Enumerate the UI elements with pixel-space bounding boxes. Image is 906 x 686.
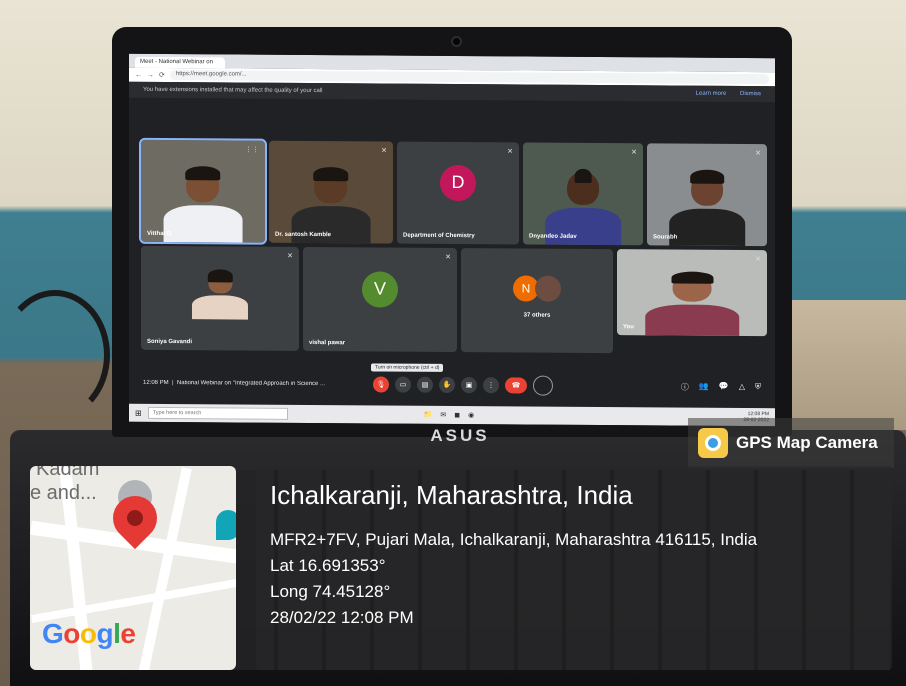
others-count: 37 others bbox=[523, 312, 551, 320]
participant-name: Soniya Gavandi bbox=[147, 338, 193, 346]
gps-app-name: GPS Map Camera bbox=[736, 433, 878, 452]
address: MFR2+7FV, Pujari Mala, Ichalkaranji, Mah… bbox=[270, 530, 758, 549]
leave-call-button[interactable]: ☎ bbox=[505, 377, 527, 394]
timestamp: 28/02/22 12:08 PM bbox=[270, 608, 414, 627]
microphone-button[interactable]: 🎙 bbox=[373, 376, 389, 393]
reload-icon[interactable]: ⟳ bbox=[159, 71, 165, 79]
dismiss-link[interactable]: Dismiss bbox=[740, 91, 761, 97]
meeting-info: 12:08 PM | National Webinar on "Integrat… bbox=[143, 379, 326, 388]
taskbar-search[interactable]: Type here to search bbox=[147, 406, 288, 420]
present-button[interactable]: ▣ bbox=[461, 377, 477, 394]
participant-name: Sourabh bbox=[653, 234, 678, 241]
mic-off-icon: ✕ bbox=[381, 147, 387, 155]
extension-notice: You have extensions installed that may a… bbox=[129, 81, 775, 103]
mic-off-icon: ✕ bbox=[287, 252, 293, 260]
mic-tooltip: Turn on microphone (ctrl + d) bbox=[371, 363, 444, 372]
power-cable bbox=[0, 290, 110, 420]
participant-video bbox=[665, 166, 749, 247]
meeting-time: 12:08 PM bbox=[143, 379, 169, 387]
self-view-tile[interactable]: ✕ You bbox=[617, 249, 767, 337]
call-controls: 🎙 ▭ ▤ ✋ ▣ ⋮ ☎ bbox=[373, 374, 553, 396]
place-name: Ichalkaranji, Maharashtra, India bbox=[270, 480, 633, 510]
participant-video bbox=[160, 162, 247, 243]
chat-icon[interactable]: 💬 bbox=[719, 381, 729, 392]
participant-name: Vitthal D bbox=[147, 230, 172, 238]
participant-tile[interactable]: V ✕ vishal pawar bbox=[303, 246, 457, 353]
meet-control-bar: 12:08 PM | National Webinar on "Integrat… bbox=[129, 372, 775, 399]
participant-tile[interactable]: D ✕ Department of Chemistry bbox=[397, 141, 519, 245]
laptop-brand-logo: ASUS bbox=[430, 426, 490, 445]
gps-camera-logo-icon bbox=[698, 428, 728, 458]
poi-marker-icon bbox=[216, 510, 236, 540]
mic-off-icon: ✕ bbox=[631, 149, 637, 157]
participant-grid: ⋮⋮ Vitthal D ✕ Dr. santosh Kamble D ✕ De… bbox=[139, 137, 767, 354]
audio-active-icon: ⋮⋮ bbox=[245, 146, 259, 154]
mic-off-icon: ✕ bbox=[507, 148, 513, 156]
map-label: e and... bbox=[30, 482, 97, 504]
reaction-button[interactable] bbox=[533, 375, 553, 396]
file-explorer-icon[interactable]: 📁 bbox=[424, 411, 433, 419]
learn-more-link[interactable]: Learn more bbox=[696, 91, 727, 97]
others-tile[interactable]: N 37 others bbox=[461, 248, 613, 354]
location-map: Kadam e and... Google bbox=[30, 466, 236, 670]
participant-avatar bbox=[535, 275, 561, 302]
participant-video bbox=[188, 267, 251, 320]
raise-hand-button[interactable]: ✋ bbox=[439, 376, 455, 394]
participant-tile[interactable]: ✕ Sourabh bbox=[647, 143, 767, 247]
captions-button[interactable]: ▤ bbox=[417, 376, 433, 393]
mic-off-icon: ✕ bbox=[755, 256, 761, 264]
mail-icon[interactable]: ✉ bbox=[440, 411, 446, 419]
participant-name: Dr. santosh Kamble bbox=[275, 231, 332, 239]
chrome-icon[interactable]: ◉ bbox=[468, 411, 474, 419]
others-avatars: N bbox=[513, 274, 561, 302]
office-icon[interactable]: ◼ bbox=[454, 411, 460, 419]
camera-button[interactable]: ▭ bbox=[395, 376, 411, 393]
participant-tile[interactable]: ✕ Soniya Gavandi bbox=[141, 245, 299, 351]
participant-avatar: D bbox=[440, 164, 476, 201]
mic-off-icon: ✕ bbox=[755, 150, 761, 158]
google-logo: Google bbox=[42, 618, 136, 649]
participant-tile[interactable]: ✕ Dnyandeo Jadav bbox=[523, 142, 643, 246]
participant-avatar: V bbox=[362, 270, 398, 308]
participant-name: Department of Chemistry bbox=[403, 232, 475, 240]
location-info-panel: Ichalkaranji, Maharashtra, India MFR2+7F… bbox=[256, 466, 892, 670]
latitude: Lat 16.691353° bbox=[270, 556, 386, 575]
people-icon[interactable]: 👥 bbox=[699, 381, 709, 392]
forward-icon[interactable]: → bbox=[147, 71, 154, 78]
notice-text: You have extensions installed that may a… bbox=[143, 86, 323, 95]
participant-name: vishal pawar bbox=[309, 340, 346, 347]
map-label: Kadam bbox=[36, 466, 100, 480]
participant-tile[interactable]: ⋮⋮ Vitthal D bbox=[139, 137, 267, 245]
webcam bbox=[451, 36, 462, 47]
back-icon[interactable]: ← bbox=[135, 71, 142, 78]
meet-side-controls: ⓘ 👥 💬 △ ⛨ bbox=[681, 381, 761, 393]
mic-off-icon: ✕ bbox=[445, 253, 451, 261]
participant-name: You bbox=[623, 324, 634, 331]
browser-tab[interactable]: Meet - National Webinar on bbox=[135, 56, 225, 69]
meeting-title: National Webinar on "Integrated Approach… bbox=[176, 380, 326, 388]
longitude: Long 74.45128° bbox=[270, 582, 391, 601]
activities-icon[interactable]: △ bbox=[739, 382, 745, 393]
gps-app-badge: GPS Map Camera bbox=[688, 418, 894, 468]
windows-start-icon[interactable]: ⊞ bbox=[135, 408, 142, 417]
host-controls-icon[interactable]: ⛨ bbox=[755, 382, 761, 393]
taskbar-apps: 📁 ✉ ◼ ◉ bbox=[424, 411, 475, 419]
participant-name: Dnyandeo Jadav bbox=[529, 233, 577, 240]
info-icon[interactable]: ⓘ bbox=[681, 381, 689, 392]
more-options-button[interactable]: ⋮ bbox=[483, 377, 499, 394]
participant-video bbox=[640, 268, 745, 337]
participant-tile[interactable]: ✕ Dr. santosh Kamble bbox=[269, 140, 393, 244]
laptop-screen: Meet - National Webinar on ← → ⟳ https:/… bbox=[129, 53, 775, 427]
